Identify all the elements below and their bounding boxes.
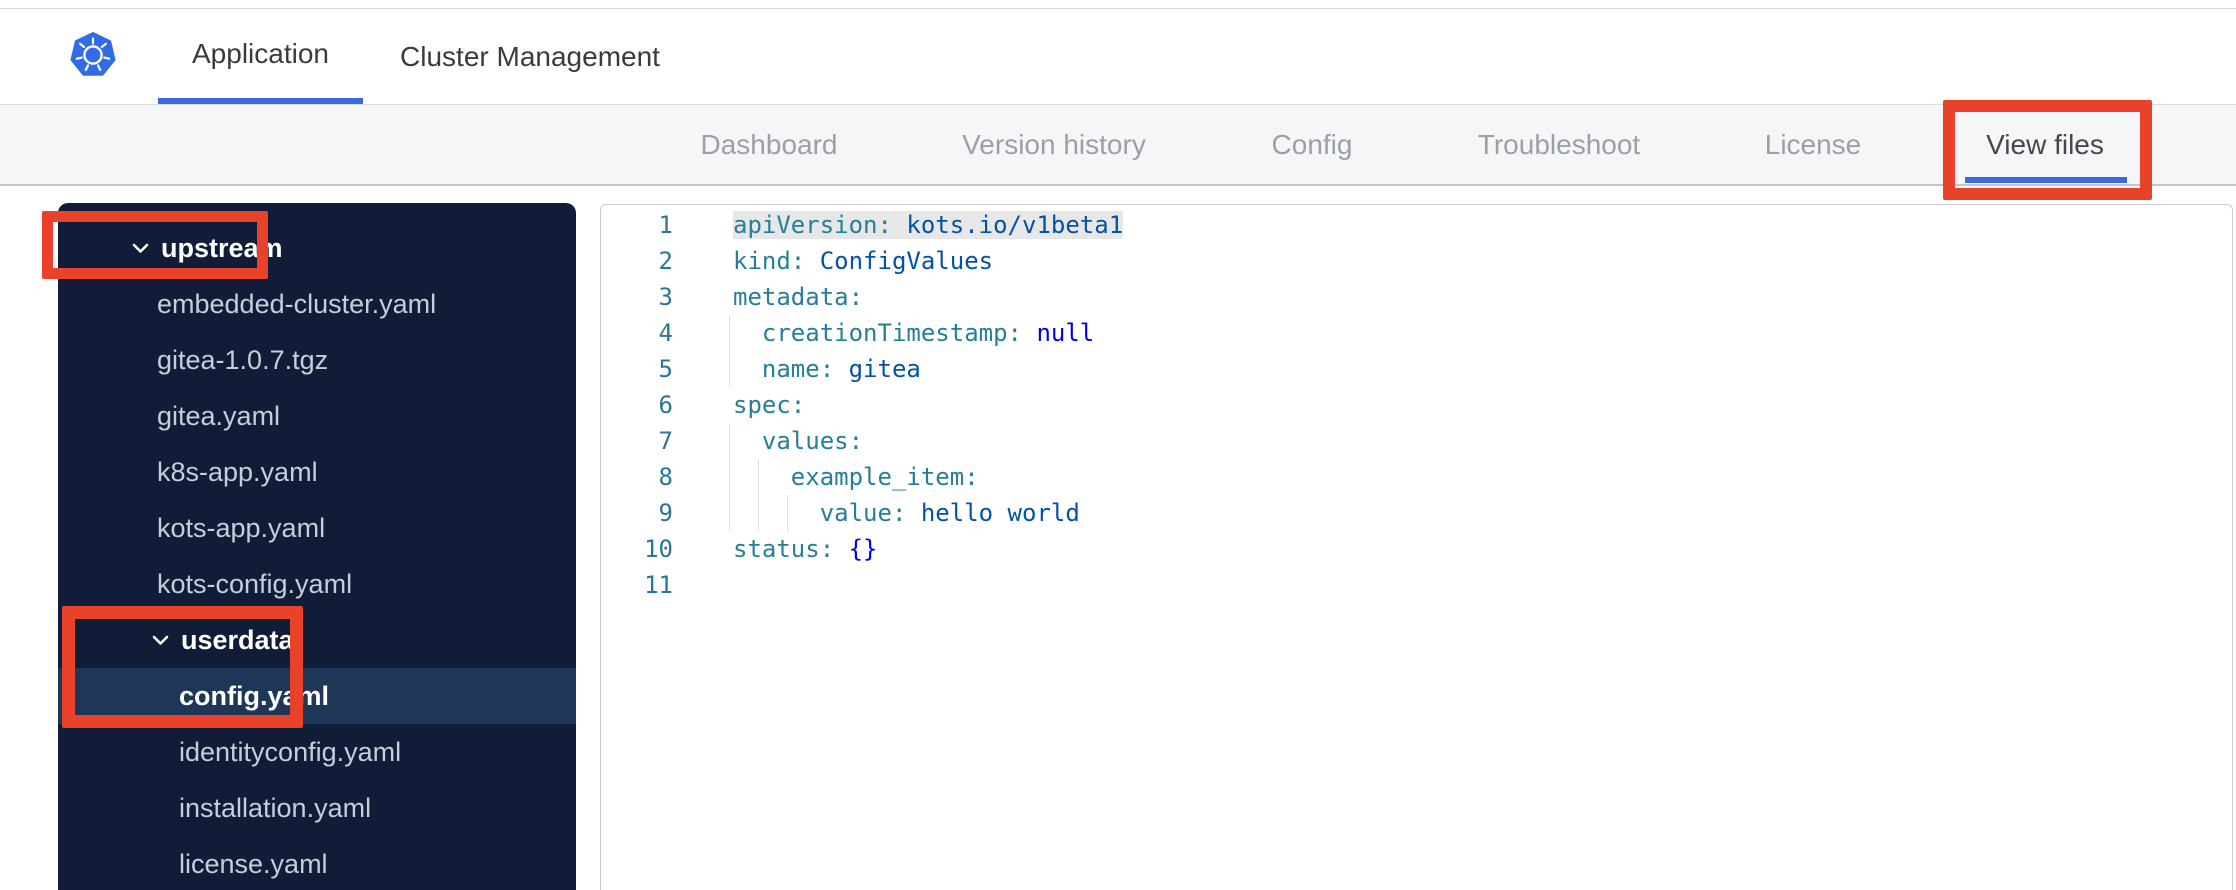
tree-file-identityconfig-yaml[interactable]: identityconfig.yaml — [58, 724, 576, 780]
line-number: 1 — [658, 211, 673, 239]
line-text: values: — [673, 423, 863, 459]
line-number: 11 — [644, 571, 673, 599]
code-line: 10 status: {} — [601, 531, 2232, 567]
top-tab-cluster-management[interactable]: Cluster Management — [394, 9, 666, 104]
tree-file-kots-config-yaml[interactable]: kots-config.yaml — [58, 556, 576, 612]
line-text: name: gitea — [673, 351, 921, 387]
tree-folder-userdata[interactable]: userdata — [58, 612, 576, 668]
view-files-active-underline — [1965, 177, 2127, 183]
line-number: 8 — [658, 463, 673, 491]
code-line: 3 metadata: — [601, 279, 2232, 315]
subnav-tab-license[interactable]: License — [1765, 105, 1862, 184]
tree-item-label: gitea-1.0.7.tgz — [157, 344, 329, 375]
line-number: 3 — [658, 283, 673, 311]
tree-item-label: upstream — [161, 232, 283, 263]
indent-guide — [729, 351, 730, 387]
top-tab-application[interactable]: Application — [158, 9, 363, 104]
code-line: 4 creationTimestamp: null — [601, 315, 2232, 351]
file-tree-sidebar[interactable]: upstream embedded-cluster.yaml gitea-1.0.7… — [58, 203, 576, 890]
line-text: status: {} — [733, 535, 878, 563]
line-text: example_item: — [673, 459, 979, 495]
tree-item-label: license.yaml — [179, 848, 328, 879]
tree-file-license-yaml[interactable]: license.yaml — [58, 836, 576, 890]
code-line: 6 spec: — [601, 387, 2232, 423]
tree-item-label: identityconfig.yaml — [179, 736, 402, 767]
line-text — [673, 567, 733, 603]
line-number: 5 — [658, 355, 673, 383]
top-navbar: Application Cluster Management — [0, 9, 2236, 104]
tree-item-label: kots-config.yaml — [157, 568, 353, 599]
tree-file-embedded-cluster-yaml[interactable]: embedded-cluster.yaml — [58, 276, 576, 332]
line-text: value: hello world — [673, 495, 1080, 531]
line-text: spec: — [733, 391, 806, 419]
code-line: 8 example_item: — [601, 459, 2232, 495]
app-subnav: Dashboard Version history Config Troublesho… — [0, 104, 2236, 186]
indent-guide — [729, 315, 730, 351]
line-number: 10 — [644, 535, 673, 563]
indent-guide — [729, 459, 730, 495]
line-number: 2 — [658, 247, 673, 275]
line-text: creationTimestamp: null — [673, 315, 1094, 351]
line-text: metadata: — [733, 283, 864, 311]
line-number: 6 — [658, 391, 673, 419]
file-tree: upstream embedded-cluster.yaml gitea-1.0.7… — [58, 220, 576, 890]
line-number: 9 — [658, 499, 673, 527]
code-line: 7 values: — [601, 423, 2232, 459]
chevron-down-icon — [132, 243, 149, 254]
code-line: 1 apiVersion: kots.io/v1beta1 — [601, 207, 2232, 243]
indent-guide — [757, 495, 759, 531]
line-number: 7 — [658, 427, 673, 455]
tree-item-label: kots-app.yaml — [157, 512, 326, 543]
tree-file-gitea-yaml[interactable]: gitea.yaml — [58, 388, 576, 444]
tree-file-config-yaml[interactable]: config.yaml — [58, 668, 576, 724]
tree-item-label: config.yaml — [179, 680, 330, 711]
kots-admin-console: Application Cluster Management Dashboard V… — [0, 0, 2236, 890]
line-number: 4 — [658, 319, 673, 347]
tree-file-k8s-app-yaml[interactable]: k8s-app.yaml — [58, 444, 576, 500]
tree-item-label: installation.yaml — [179, 792, 372, 823]
tree-item-label: gitea.yaml — [157, 400, 281, 431]
indent-guide — [729, 495, 730, 531]
kubernetes-logo-icon — [70, 32, 116, 76]
code-line: 5 name: gitea — [601, 351, 2232, 387]
code-line: 11 — [601, 567, 2232, 603]
indent-guide — [729, 423, 730, 459]
chevron-down-icon — [152, 635, 169, 646]
code-line: 9 value: hello world — [601, 495, 2232, 531]
tree-item-label: userdata — [181, 624, 294, 655]
tree-file-gitea-1-0-7-tgz[interactable]: gitea-1.0.7.tgz — [58, 332, 576, 388]
line-text: kind: ConfigValues — [733, 247, 994, 275]
indent-guide — [757, 459, 759, 495]
subnav-tab-view-files[interactable]: View files — [1986, 105, 2104, 184]
subnav-tab-config[interactable]: Config — [1272, 105, 1353, 184]
tree-folder-upstream[interactable]: upstream — [58, 220, 576, 276]
subnav-tab-dashboard[interactable]: Dashboard — [701, 105, 838, 184]
tree-file-kots-app-yaml[interactable]: kots-app.yaml — [58, 500, 576, 556]
code-line: 2 kind: ConfigValues — [601, 243, 2232, 279]
tree-item-label: k8s-app.yaml — [157, 456, 318, 487]
tree-file-installation-yaml[interactable]: installation.yaml — [58, 780, 576, 836]
code-viewer: 1 apiVersion: kots.io/v1beta1 2 kind: Confi… — [601, 205, 2232, 603]
line-text: apiVersion: kots.io/v1beta1 — [733, 211, 1124, 239]
subnav-tab-version-history[interactable]: Version history — [962, 105, 1146, 184]
tree-item-label: embedded-cluster.yaml — [157, 288, 437, 319]
subnav-tab-troubleshoot[interactable]: Troubleshoot — [1478, 105, 1640, 184]
file-content-editor[interactable]: 1 apiVersion: kots.io/v1beta1 2 kind: Confi… — [600, 204, 2233, 890]
indent-guide — [786, 495, 788, 531]
